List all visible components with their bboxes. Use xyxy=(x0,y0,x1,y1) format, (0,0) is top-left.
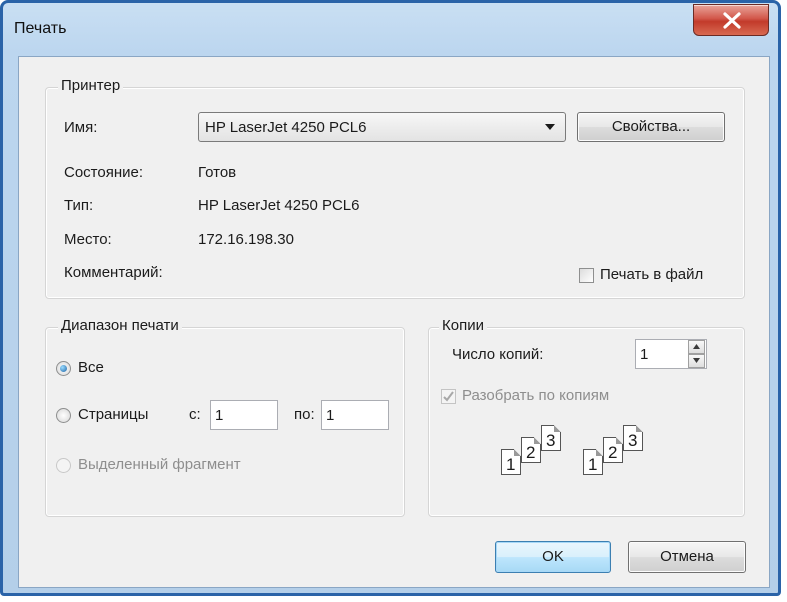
location-value: 172.16.198.30 xyxy=(198,231,294,248)
properties-button[interactable]: Свойства... xyxy=(577,112,725,142)
print-to-file-checkbox[interactable] xyxy=(579,268,594,283)
print-range-legend: Диапазон печати xyxy=(58,317,182,334)
window-title: Печать xyxy=(14,20,67,37)
checkmark-icon xyxy=(443,391,454,402)
ok-button[interactable]: OK xyxy=(495,541,611,573)
collate-page: 2 xyxy=(521,437,541,463)
range-selection-label[interactable]: Выделенный фрагмент xyxy=(78,456,241,473)
status-label: Состояние: xyxy=(64,164,144,181)
dropdown-arrow-icon xyxy=(545,124,555,130)
printer-group-legend: Принтер xyxy=(58,77,124,94)
range-pages-radio[interactable] xyxy=(56,408,71,423)
range-selection-radio[interactable] xyxy=(56,458,71,473)
copies-count-label: Число копий: xyxy=(452,346,544,363)
range-pages-label[interactable]: Страницы xyxy=(78,406,148,423)
range-to-label: по: xyxy=(294,406,315,423)
type-value: HP LaserJet 4250 PCL6 xyxy=(198,197,360,214)
printer-name-label: Имя: xyxy=(64,119,98,136)
range-from-label: с: xyxy=(189,406,201,423)
collate-page: 3 xyxy=(541,425,561,451)
collate-pages-icon: 3 2 1 3 2 1 xyxy=(497,425,657,485)
copies-legend: Копии xyxy=(439,317,487,334)
close-button[interactable] xyxy=(693,4,769,36)
spin-up-icon xyxy=(693,344,700,349)
collate-page: 2 xyxy=(603,437,623,463)
print-to-file-label[interactable]: Печать в файл xyxy=(600,266,703,283)
location-label: Место: xyxy=(64,231,112,248)
close-icon xyxy=(723,12,741,29)
comment-label: Комментарий: xyxy=(64,264,163,281)
copies-spin-up[interactable] xyxy=(688,340,705,354)
copies-spin-down[interactable] xyxy=(688,354,705,368)
collate-checkbox[interactable] xyxy=(441,389,456,404)
collate-page: 3 xyxy=(623,425,643,451)
collate-page: 1 xyxy=(583,449,603,475)
range-all-label[interactable]: Все xyxy=(78,359,104,376)
range-to-input[interactable] xyxy=(321,400,389,430)
spin-down-icon xyxy=(693,358,700,363)
collate-page: 1 xyxy=(501,449,521,475)
printer-name-dropdown[interactable]: HP LaserJet 4250 PCL6 xyxy=(198,112,566,142)
type-label: Тип: xyxy=(64,197,94,214)
range-all-radio[interactable] xyxy=(56,361,71,376)
collate-label[interactable]: Разобрать по копиям xyxy=(462,387,609,404)
printer-name-value: HP LaserJet 4250 PCL6 xyxy=(205,119,367,136)
range-from-input[interactable] xyxy=(210,400,278,430)
status-value: Готов xyxy=(198,164,237,181)
cancel-button[interactable]: Отмена xyxy=(628,541,746,573)
